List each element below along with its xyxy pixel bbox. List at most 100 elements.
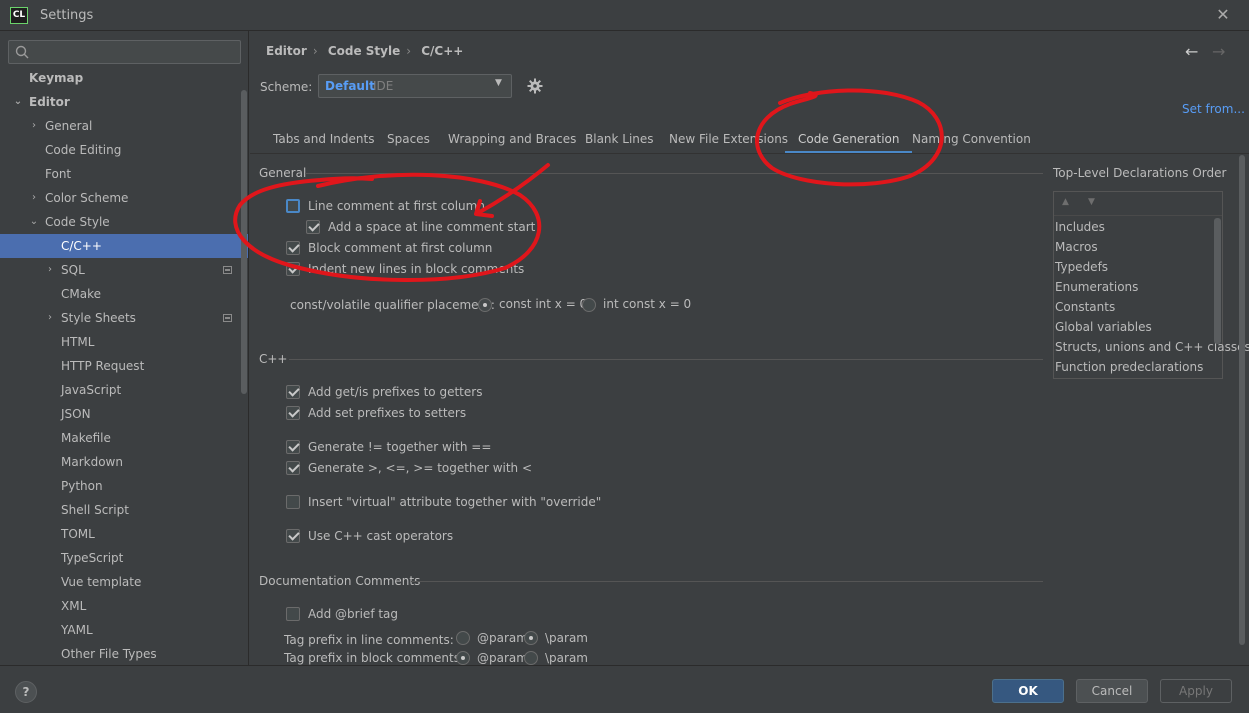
radio-int-const[interactable]: [582, 298, 596, 312]
breadcrumb-separator-icon: ›: [312, 44, 318, 58]
app-logo: CL: [10, 7, 28, 24]
sidebar-item-keymap[interactable]: Keymap: [0, 66, 240, 90]
sidebar-item-editor[interactable]: ⌄ Editor: [0, 90, 240, 114]
sidebar-item-cmake[interactable]: CMake: [0, 282, 240, 306]
chevron-right-icon[interactable]: ›: [28, 114, 40, 138]
toplevel-order-list: ▲ ▼ Includes Macros Typedefs Enumeration…: [1053, 191, 1249, 379]
chevron-down-icon[interactable]: ⌄: [28, 210, 40, 234]
sidebar-scrollbar[interactable]: [241, 90, 247, 394]
sidebar-item-yaml[interactable]: YAML: [0, 618, 240, 642]
sidebar-item-toml[interactable]: TOML: [0, 522, 240, 546]
toplevel-order-title: Top-Level Declarations Order: [1053, 166, 1227, 180]
sidebar-item-sql[interactable]: › SQL: [0, 258, 240, 282]
sidebar-item-html[interactable]: HTML: [0, 330, 240, 354]
sidebar-item-javascript[interactable]: JavaScript: [0, 378, 240, 402]
list-item[interactable]: Global variables: [1055, 317, 1152, 337]
section-divider: [411, 581, 1043, 582]
close-icon[interactable]: ✕: [1214, 5, 1232, 25]
sidebar-item-http-request[interactable]: HTTP Request: [0, 354, 240, 378]
search-input[interactable]: [35, 43, 235, 61]
list-item[interactable]: Typedefs: [1055, 257, 1108, 277]
checkbox-checked[interactable]: [286, 440, 300, 454]
set-from-link[interactable]: Set from...: [1182, 102, 1245, 116]
cancel-button[interactable]: Cancel: [1076, 679, 1148, 703]
list-item[interactable]: Includes: [1055, 217, 1105, 237]
tab-tabs-and-indents[interactable]: Tabs and Indents: [260, 128, 387, 154]
scheme-dropdown[interactable]: Default IDE ▼: [318, 74, 512, 98]
radio-block-bs-param[interactable]: [524, 651, 538, 665]
checkbox-checked[interactable]: [286, 461, 300, 475]
checkbox-unchecked[interactable]: [286, 495, 300, 509]
list-toolbar: ▲ ▼: [1054, 192, 1222, 216]
tab-wrapping-and-braces[interactable]: Wrapping and Braces: [435, 128, 589, 154]
checkbox-checked[interactable]: [286, 529, 300, 543]
checkbox-checked[interactable]: [286, 262, 300, 276]
chevron-right-icon[interactable]: ›: [28, 186, 40, 210]
sidebar-item-c-cpp[interactable]: C/C++: [0, 234, 248, 258]
sidebar-item-shell-script[interactable]: Shell Script: [0, 498, 240, 522]
move-down-icon[interactable]: ▼: [1088, 197, 1095, 207]
checkbox-unchecked[interactable]: [286, 607, 300, 621]
list-scrollbar[interactable]: [1214, 218, 1221, 344]
tab-spaces[interactable]: Spaces: [374, 128, 443, 154]
radio-const-int-label: const int x = 0: [499, 297, 588, 311]
radio-block-bs-param-label: \param: [545, 651, 588, 665]
sidebar-item-typescript[interactable]: TypeScript: [0, 546, 240, 570]
tab-code-generation[interactable]: Code Generation: [785, 128, 913, 154]
sidebar-item-general[interactable]: › General: [0, 114, 240, 138]
radio-line-bs-param[interactable]: [524, 631, 538, 645]
radio-line-at-param[interactable]: [456, 631, 470, 645]
tab-new-file-extensions[interactable]: New File Extensions: [656, 128, 801, 154]
list-item[interactable]: Constants: [1055, 297, 1115, 317]
list-item[interactable]: Enumerations: [1055, 277, 1138, 297]
section-title-general: General: [259, 166, 307, 180]
scheme-name: Default: [325, 79, 375, 93]
main-scrollbar[interactable]: [1239, 155, 1245, 645]
section-divider: [305, 173, 1043, 174]
dialog-footer: ? OK Cancel Apply: [0, 665, 1249, 713]
help-button[interactable]: ?: [15, 681, 37, 703]
checkbox-checked[interactable]: [286, 406, 300, 420]
checkbox-unchecked[interactable]: [286, 199, 300, 213]
move-up-icon[interactable]: ▲: [1062, 197, 1069, 207]
back-arrow-icon[interactable]: ←: [1185, 42, 1198, 61]
breadcrumb-separator-icon: ›: [406, 44, 412, 58]
radio-block-at-param[interactable]: [456, 651, 470, 665]
sidebar-item-xml[interactable]: XML: [0, 594, 240, 618]
chevron-right-icon[interactable]: ›: [44, 306, 56, 330]
sidebar-item-code-style[interactable]: ⌄ Code Style: [0, 210, 240, 234]
forward-arrow-icon[interactable]: →: [1212, 42, 1225, 61]
section-title-cpp: C++: [259, 352, 288, 366]
sidebar-item-other-file-types[interactable]: Other File Types: [0, 642, 240, 665]
section-divider: [289, 359, 1043, 360]
ok-button[interactable]: OK: [992, 679, 1064, 703]
checkbox-checked[interactable]: [286, 241, 300, 255]
apply-button[interactable]: Apply: [1160, 679, 1232, 703]
sidebar-search-box[interactable]: [8, 40, 241, 64]
radio-const-int[interactable]: [478, 298, 492, 312]
title-bar: CL Settings ✕: [0, 0, 1249, 31]
sidebar-item-style-sheets[interactable]: › Style Sheets: [0, 306, 240, 330]
tab-blank-lines[interactable]: Blank Lines: [572, 128, 667, 154]
checkbox-checked[interactable]: [306, 220, 320, 234]
tab-naming-convention[interactable]: Naming Convention: [899, 128, 1044, 154]
checkbox-checked[interactable]: [286, 385, 300, 399]
sidebar-item-json[interactable]: JSON: [0, 402, 240, 426]
sidebar-item-font[interactable]: Font: [0, 162, 240, 186]
sidebar-item-markdown[interactable]: Markdown: [0, 450, 240, 474]
radio-line-bs-param-label: \param: [545, 631, 588, 645]
sidebar-item-vue-template[interactable]: Vue template: [0, 570, 240, 594]
sidebar-item-makefile[interactable]: Makefile: [0, 426, 240, 450]
window-title: Settings: [40, 8, 94, 23]
chevron-right-icon[interactable]: ›: [44, 258, 56, 282]
breadcrumb-code-style: Code Style: [327, 44, 401, 58]
list-item[interactable]: Macros: [1055, 237, 1098, 257]
chevron-down-icon[interactable]: ⌄: [12, 90, 24, 114]
sidebar-item-code-editing[interactable]: Code Editing: [0, 138, 240, 162]
list-item[interactable]: Function predeclarations: [1055, 357, 1203, 377]
breadcrumb-c-cpp: C/C++: [421, 44, 464, 58]
sidebar-item-color-scheme[interactable]: › Color Scheme: [0, 186, 240, 210]
sidebar-item-python[interactable]: Python: [0, 474, 240, 498]
gear-icon[interactable]: [527, 78, 543, 94]
project-settings-icon: [223, 314, 232, 322]
